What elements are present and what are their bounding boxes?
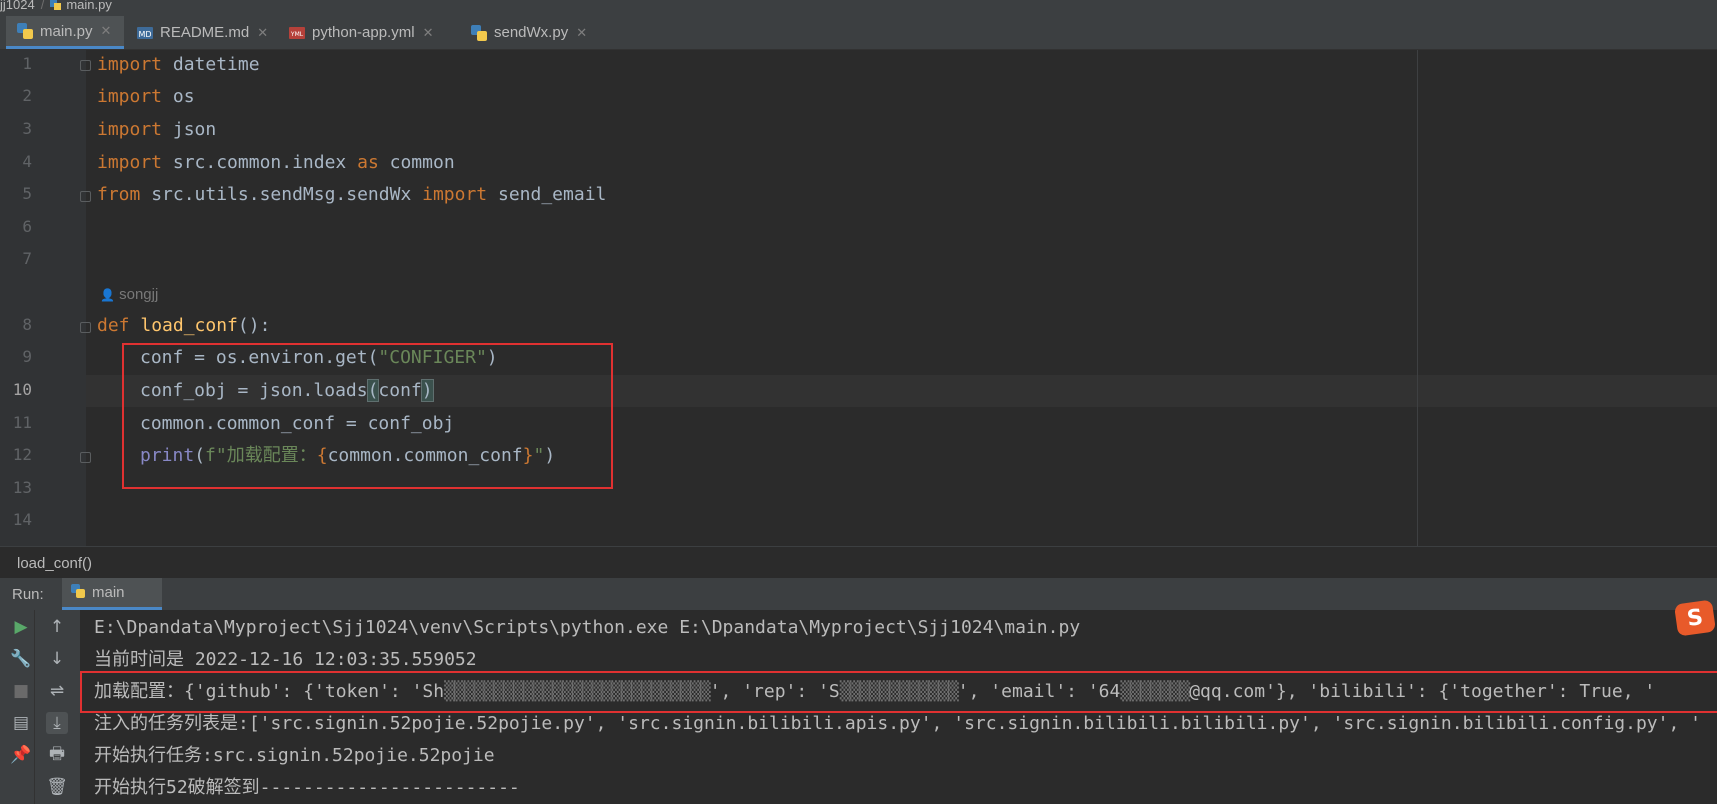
code-line: import json (97, 119, 217, 140)
user-icon: 👤 (100, 288, 115, 302)
line-number: 3 (22, 119, 32, 138)
fold-marker-icon[interactable] (80, 191, 91, 202)
console-line: 当前时间是 2022-12-16 12:03:35.559052 (94, 649, 477, 670)
breadcrumb-separator: / (40, 0, 45, 12)
layout-icon[interactable]: ▤ (10, 712, 32, 734)
run-console[interactable]: E:\Dpandata\Myproject\Sjj1024\venv\Scrip… (80, 610, 1717, 804)
tab-readme-md[interactable]: MD README.md ✕ (126, 16, 274, 49)
trash-icon[interactable]: 🗑 (46, 776, 68, 798)
yaml-file-icon: YML (288, 24, 306, 42)
tab-label: python-app.yml (312, 24, 415, 41)
line-number: 14 (12, 510, 32, 529)
svg-text:YML: YML (290, 31, 304, 38)
code-line: from src.utils.sendMsg.sendWx import sen… (97, 184, 607, 205)
line-gutter: 1 2 3 4 5 6 7 8 9 10 11 12 13 14 (0, 50, 86, 546)
line-number: 13 (12, 478, 32, 497)
editor-tab-bar: main.py ✕ MD README.md ✕ YML python-app.… (0, 16, 1717, 50)
settings-wrench-icon[interactable]: 🔧 (10, 648, 32, 670)
run-config-tab[interactable]: main (62, 578, 162, 610)
code-line: import datetime (97, 54, 260, 75)
scroll-to-end-icon[interactable]: ⤓ (46, 712, 68, 734)
close-icon[interactable]: ✕ (257, 25, 268, 41)
toolbar-divider (34, 610, 35, 804)
python-file-icon (16, 22, 34, 40)
code-line: def load_conf(): (97, 315, 271, 336)
close-icon[interactable]: ✕ (576, 25, 587, 41)
python-file-icon (470, 24, 488, 42)
tab-python-app-yml[interactable]: YML python-app.yml ✕ (278, 16, 458, 49)
soft-wrap-icon[interactable]: ⇌ (46, 680, 68, 702)
run-toolwindow-header: Run: main (0, 578, 1717, 610)
fold-marker-icon[interactable] (80, 322, 91, 333)
python-file-icon (70, 583, 86, 603)
fold-marker-icon[interactable] (80, 60, 91, 71)
line-number: 1 (22, 54, 32, 73)
close-icon[interactable]: ✕ (423, 25, 434, 41)
console-line: 注入的任务列表是:['src.signin.52pojie.52pojie.py… (94, 713, 1701, 734)
code-line: import src.common.index as common (97, 152, 455, 173)
run-config-name: main (92, 584, 125, 601)
line-number: 11 (12, 413, 32, 432)
line-number: 2 (22, 86, 32, 105)
print-icon[interactable]: 🖶 (46, 744, 68, 766)
run-label: Run: (12, 586, 44, 603)
tab-label: main.py (40, 22, 93, 40)
line-number: 6 (22, 217, 32, 236)
breadcrumb: jj1024 / main.py (0, 0, 1717, 16)
line-number: 12 (12, 445, 32, 464)
right-margin-guide (1417, 50, 1418, 546)
scope-function[interactable]: load_conf() (17, 555, 92, 572)
ime-logo-icon[interactable]: S (1673, 599, 1717, 637)
code-editor[interactable]: 1 2 3 4 5 6 7 8 9 10 11 12 13 14 import … (0, 50, 1717, 546)
red-highlight-box (122, 343, 613, 489)
arrow-up-icon[interactable]: ↑ (46, 616, 68, 638)
pin-icon[interactable]: 📌 (10, 744, 32, 766)
line-number: 9 (22, 347, 32, 366)
scope-breadcrumb[interactable]: load_conf() (0, 546, 1717, 579)
code-line: import os (97, 86, 195, 107)
console-line: 开始执行52破解签到------------------------ (94, 777, 520, 798)
svg-text:MD: MD (138, 30, 151, 39)
tab-label: sendWx.py (494, 24, 569, 41)
line-number: 7 (22, 249, 32, 268)
tab-sendwx-py[interactable]: sendWx.py ✕ (460, 16, 600, 49)
breadcrumb-file[interactable]: main.py (66, 0, 112, 11)
breadcrumb-project[interactable]: jj1024 (0, 0, 35, 11)
close-icon[interactable]: ✕ (101, 23, 112, 39)
line-number: 5 (22, 184, 32, 203)
tab-main-py[interactable]: main.py ✕ (6, 16, 124, 49)
tab-label: README.md (160, 24, 250, 41)
markdown-file-icon: MD (136, 24, 154, 42)
red-highlight-box (80, 671, 1717, 713)
author-inlay-hint[interactable]: 👤 songjj (100, 286, 158, 303)
line-number: 4 (22, 152, 32, 171)
line-number: 8 (22, 315, 32, 334)
console-line: E:\Dpandata\Myproject\Sjj1024\venv\Scrip… (94, 617, 1081, 638)
arrow-down-icon[interactable]: ↓ (46, 648, 68, 670)
rerun-play-icon[interactable]: ▶ (10, 616, 32, 638)
fold-marker-icon[interactable] (80, 452, 91, 463)
console-line: 开始执行任务:src.signin.52pojie.52pojie (94, 745, 495, 766)
run-toolbar: ▶ 🔧 ■ ▤ 📌 ↑ ↓ ⇌ ⤓ 🖶 🗑 (0, 610, 80, 804)
line-number: 10 (12, 380, 32, 399)
stop-icon[interactable]: ■ (10, 680, 32, 702)
python-file-icon (50, 0, 62, 11)
